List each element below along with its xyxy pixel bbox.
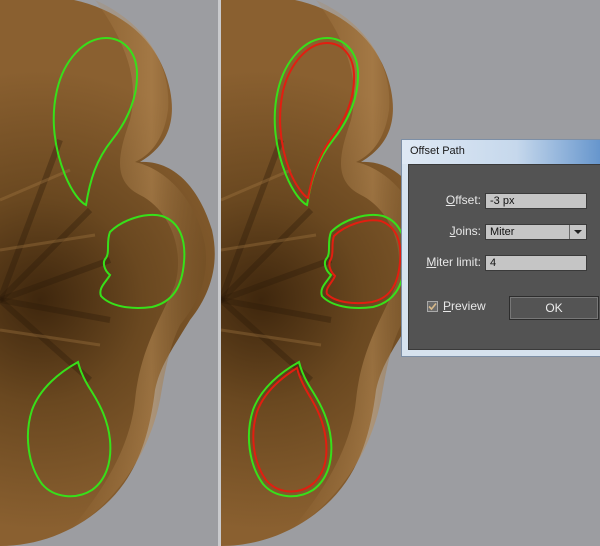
dialog-titlebar[interactable]: Offset Path bbox=[402, 140, 600, 164]
miter-limit-label: Miter limit: bbox=[426, 255, 481, 269]
offset-input[interactable]: -3 px bbox=[485, 193, 587, 209]
dialog-body: Offset: -3 px Joins: Miter Miter limit: … bbox=[408, 164, 600, 350]
artwork-left bbox=[0, 0, 215, 546]
joins-select[interactable]: Miter bbox=[485, 224, 587, 240]
preview-label[interactable]: Preview bbox=[443, 299, 486, 313]
chevron-down-icon bbox=[574, 230, 582, 234]
joins-label: Joins: bbox=[449, 224, 481, 238]
joins-selected-value: Miter bbox=[490, 226, 515, 238]
miter-limit-input[interactable]: 4 bbox=[485, 255, 587, 271]
checkmark-icon bbox=[428, 302, 437, 311]
offset-label: Offset: bbox=[445, 193, 481, 207]
ok-button[interactable]: OK bbox=[509, 296, 599, 320]
offset-path-dialog: Offset Path Offset: -3 px Joins: Miter M… bbox=[401, 139, 600, 357]
preview-checkbox[interactable] bbox=[427, 301, 438, 312]
joins-dropdown-button[interactable] bbox=[569, 225, 586, 239]
canvas-left[interactable] bbox=[0, 0, 218, 546]
dialog-title: Offset Path bbox=[410, 145, 465, 157]
